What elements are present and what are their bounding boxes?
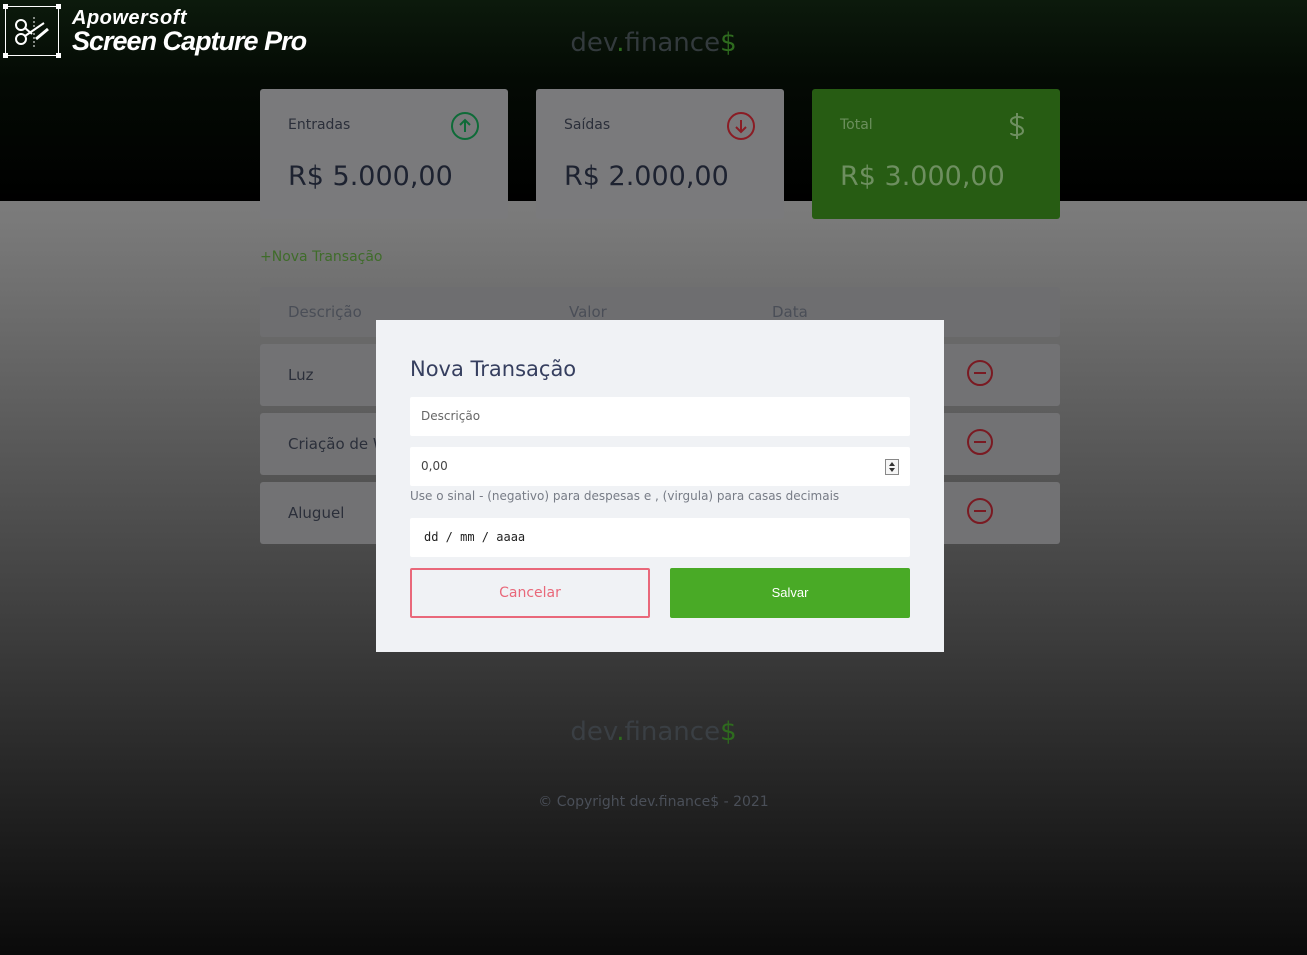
income-label: Entradas [288,117,351,133]
income-card: Entradas R$ 5.000,00 [260,89,508,219]
total-amount: R$ 3.000,00 [840,161,1005,192]
spinner-up-icon[interactable] [889,462,895,466]
total-card: Total R$ 3.000,00 [812,89,1060,219]
expense-amount: R$ 2.000,00 [564,161,729,192]
copyright-text: © Copyright dev.finance$ - 2021 [538,794,769,810]
total-label: Total [840,117,873,133]
new-transaction-modal: Nova Transação Descrição 0,00 Use o sina… [376,320,944,652]
amount-value: 0,00 [421,459,448,473]
description-input[interactable]: Descrição [410,397,910,436]
amount-input[interactable]: 0,00 [410,447,910,486]
spinner-down-icon[interactable] [889,468,895,472]
column-date: Data [772,303,808,321]
column-description: Descrição [288,303,362,321]
arrow-up-circle-icon [451,112,479,140]
remove-circle-icon[interactable] [965,496,995,526]
row-description: Aluguel [288,504,345,522]
income-amount: R$ 5.000,00 [288,161,453,192]
arrow-down-circle-icon [727,112,755,140]
column-value: Valor [569,303,607,321]
row-description: Luz [288,366,314,384]
new-transaction-link[interactable]: +Nova Transação [260,249,383,265]
remove-circle-icon[interactable] [965,427,995,457]
remove-circle-icon[interactable] [965,358,995,388]
watermark-product: Screen Capture Pro [72,26,307,56]
scissors-icon [15,17,49,47]
expense-card: Saídas R$ 2.000,00 [536,89,784,219]
save-button[interactable]: Salvar [670,568,910,618]
dollar-sign-icon [1009,113,1025,139]
modal-title: Nova Transação [410,357,577,381]
date-input[interactable]: dd / mm / aaaa [410,518,910,557]
row-description: Criação de W [288,435,388,453]
cancel-button[interactable]: Cancelar [410,568,650,618]
expense-label: Saídas [564,117,611,133]
watermark-logo [3,4,61,58]
amount-helper-text: Use o sinal - (negativo) para despesas e… [410,489,840,503]
footer-logo: dev.finance$ [570,717,737,747]
number-spinner[interactable] [885,459,899,475]
